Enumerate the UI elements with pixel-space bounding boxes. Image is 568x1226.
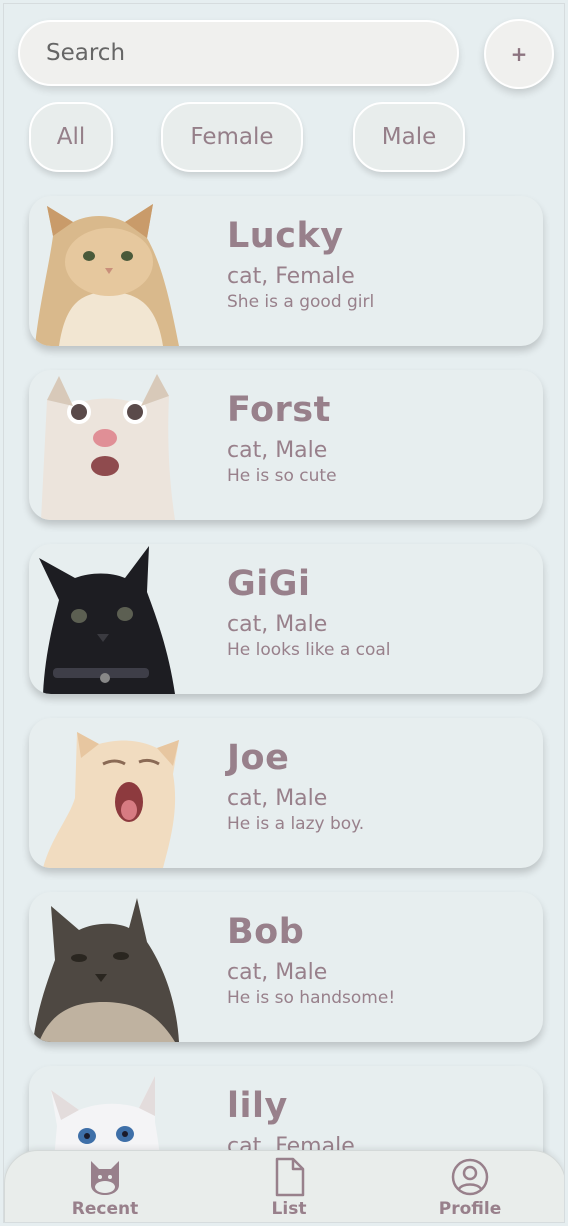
pet-description: She is a good girl xyxy=(227,292,375,312)
pet-species-gender: cat, Female xyxy=(227,264,355,289)
yawning-cream-cat-photo xyxy=(43,732,179,868)
pet-name: Joe xyxy=(227,738,290,778)
app-frame: + All Female Male Lucky cat, Female She … xyxy=(3,3,565,1223)
pet-species-gender: cat, Male xyxy=(227,438,328,463)
filter-female-button[interactable]: Female xyxy=(161,102,303,172)
pet-card-lucky[interactable]: Lucky cat, Female She is a good girl xyxy=(29,196,543,346)
search-bar[interactable] xyxy=(18,20,459,86)
tab-list[interactable]: List xyxy=(229,1157,349,1222)
pet-name: GiGi xyxy=(227,564,311,604)
pet-card-joe[interactable]: Joe cat, Male He is a lazy boy. xyxy=(29,718,543,868)
tab-label: Profile xyxy=(438,1199,502,1219)
pet-name: Bob xyxy=(227,912,305,952)
pet-description: He is so cute xyxy=(227,466,337,486)
user-circle-icon xyxy=(451,1158,489,1196)
pet-description: He looks like a coal xyxy=(227,640,391,660)
pet-species-gender: cat, Male xyxy=(227,960,328,985)
tab-label: Recent xyxy=(71,1199,139,1219)
pet-description: He is so handsome! xyxy=(227,988,396,1008)
pet-name: Forst xyxy=(227,390,331,430)
pet-name: lily xyxy=(227,1086,288,1126)
cat-icon xyxy=(91,1161,119,1195)
pet-description: He is a lazy boy. xyxy=(227,814,365,834)
tab-label: List xyxy=(271,1199,307,1219)
filter-male-button[interactable]: Male xyxy=(353,102,465,172)
tab-profile[interactable]: Profile xyxy=(410,1157,530,1222)
tab-recent[interactable]: Recent xyxy=(45,1157,165,1222)
document-icon xyxy=(275,1157,305,1197)
pet-species-gender: cat, Male xyxy=(227,786,328,811)
pet-name: Lucky xyxy=(227,216,344,256)
fluffy-orange-cat-photo xyxy=(35,204,179,346)
black-cat-photo xyxy=(39,546,175,694)
pet-species-gender: cat, Male xyxy=(227,612,328,637)
pet-card-forst[interactable]: Forst cat, Male He is so cute xyxy=(29,370,543,520)
filter-all-button[interactable]: All xyxy=(29,102,113,172)
pet-card-bob[interactable]: Bob cat, Male He is so handsome! xyxy=(29,892,543,1042)
dark-maine-coon-cat-photo xyxy=(33,898,179,1042)
pet-card-gigi[interactable]: GiGi cat, Male He looks like a coal xyxy=(29,544,543,694)
search-input[interactable] xyxy=(46,40,426,66)
surprised-white-cat-photo xyxy=(41,374,175,520)
bottom-tab-bar: Recent List Profile xyxy=(4,1150,564,1222)
add-pet-button[interactable]: + xyxy=(484,19,554,89)
